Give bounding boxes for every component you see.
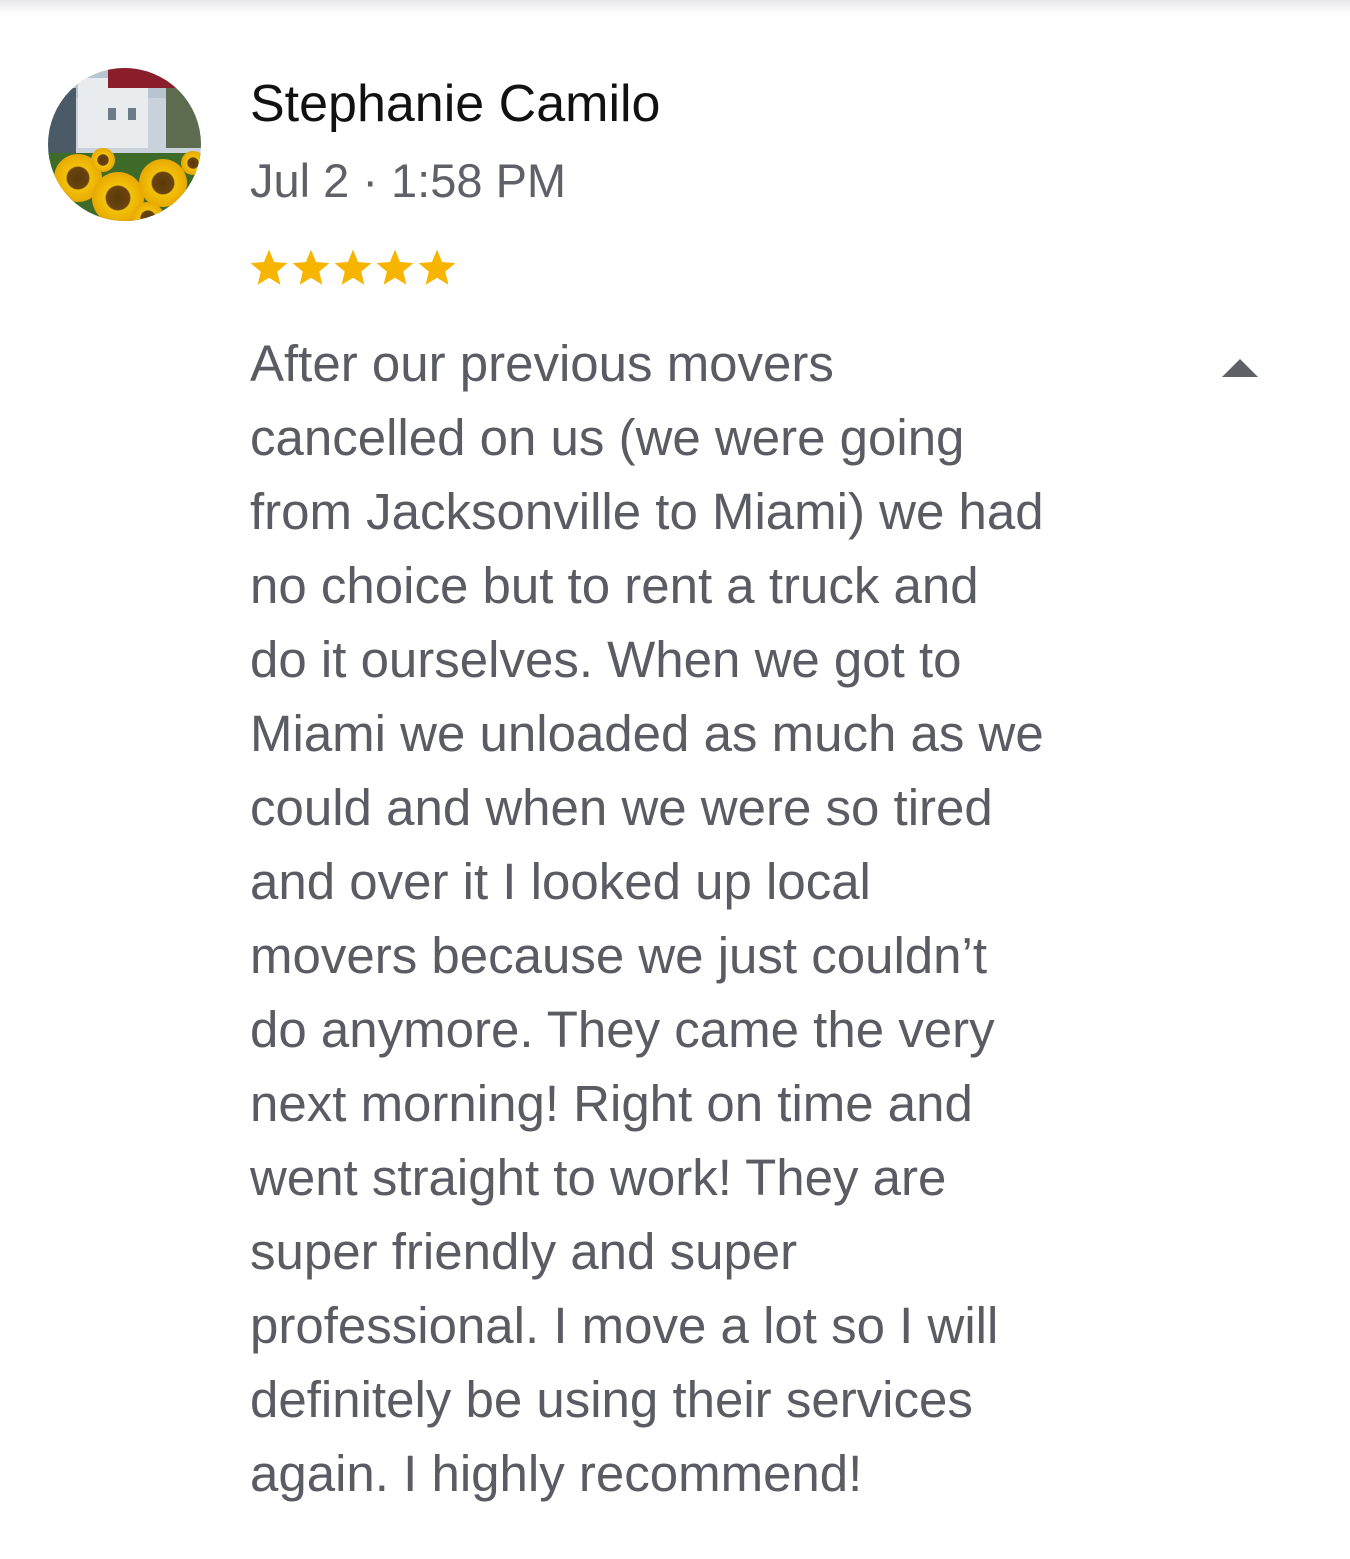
star-icon	[334, 249, 372, 285]
reviewer-avatar[interactable]	[48, 68, 201, 221]
review-text-line: Miami we unloaded as much as we	[250, 705, 1044, 762]
review-date: Jul 2 · 1:58 PM	[250, 154, 567, 207]
review-text-line: could and when we were so tired	[250, 779, 993, 836]
review-text-line: again. I highly recommend!	[250, 1445, 863, 1502]
review-text-line: do it ourselves. When we got to	[250, 631, 962, 688]
review-text-line: definitely be using their services	[250, 1371, 973, 1428]
review-text-line: movers because we just couldn’t	[250, 927, 988, 984]
reviewer-name[interactable]: Stephanie Camilo	[250, 72, 660, 136]
star-icon	[376, 249, 414, 285]
collapse-button[interactable]	[1206, 346, 1274, 392]
star-icon	[292, 249, 330, 285]
review-text-line: from Jacksonville to Miami) we had	[250, 483, 1044, 540]
review-text-line: cancelled on us (we were going	[250, 409, 965, 466]
review-card: Stephanie Camilo Jul 2 · 1:58 PM After o…	[0, 0, 1350, 1559]
star-rating	[248, 244, 458, 292]
star-icon	[418, 249, 456, 285]
review-text-line: and over it I looked up local	[250, 853, 871, 910]
sunflower-photo-icon	[48, 68, 201, 221]
review-text-line: After our previous movers	[250, 335, 834, 392]
review-text-line: professional. I move a lot so I will	[250, 1297, 999, 1354]
review-text-line: do anymore. They came the very	[250, 1001, 995, 1058]
review-text-line: next morning! Right on time and	[250, 1075, 973, 1132]
review-text-line: super friendly and super	[250, 1223, 798, 1280]
caret-up-icon	[1222, 359, 1258, 377]
review-text: After our previous movers cancelled on us…	[250, 327, 1150, 1511]
review-text-line: went straight to work! They are	[250, 1149, 947, 1206]
review-text-line: no choice but to rent a truck and	[250, 557, 979, 614]
star-icon	[250, 249, 288, 285]
